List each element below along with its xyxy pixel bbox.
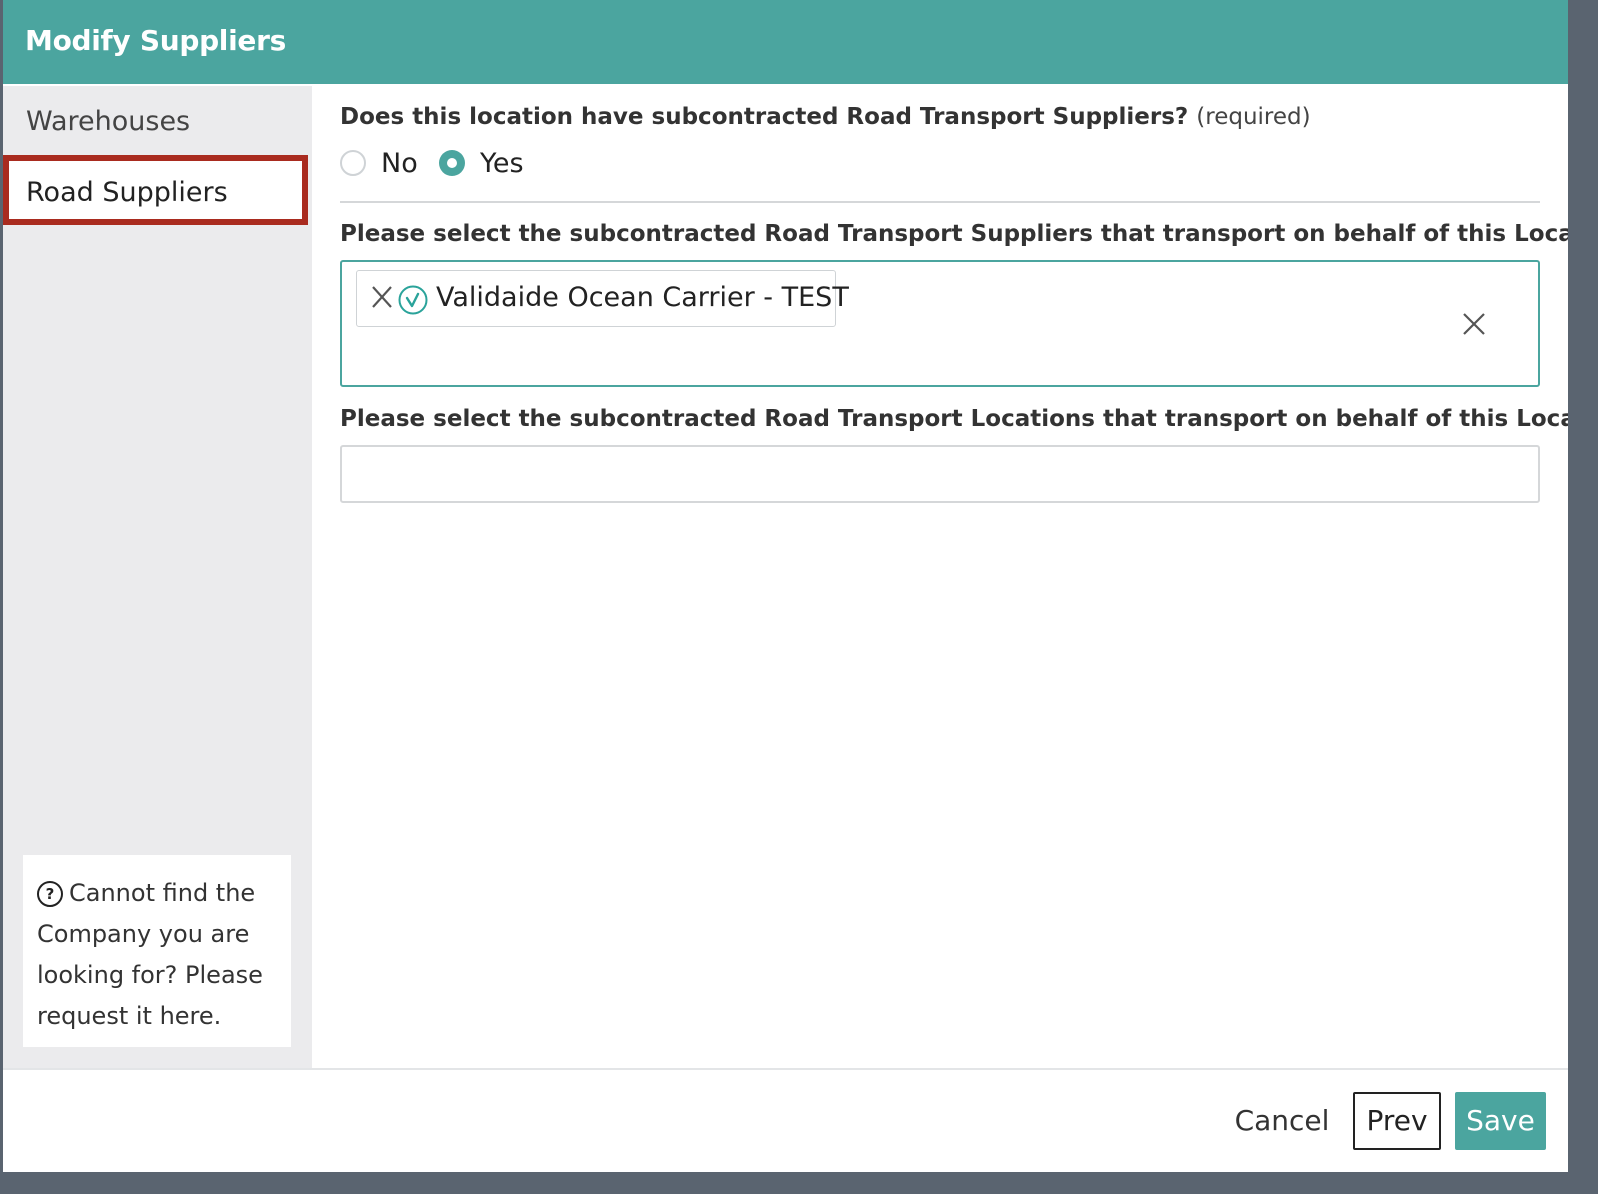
modal-title: Modify Suppliers	[25, 24, 286, 57]
sidebar-item-label: Warehouses	[26, 106, 191, 137]
prev-button[interactable]: Prev	[1353, 1092, 1441, 1150]
modify-suppliers-modal: Modify Suppliers Warehouses Road Supplie…	[3, 0, 1568, 1172]
locations-select-label: Please select the subcontracted Road Tra…	[340, 406, 1568, 432]
locations-multiselect[interactable]	[340, 445, 1540, 503]
sidebar-item-road-suppliers[interactable]: Road Suppliers	[3, 155, 308, 225]
question-circle-icon: ?	[37, 881, 63, 907]
required-note: (required)	[1196, 104, 1311, 130]
suppliers-select-label: Please select the subcontracted Road Tra…	[340, 221, 1568, 247]
radio-yes[interactable]	[439, 150, 465, 176]
modal-footer: Cancel Prev Save	[3, 1068, 1568, 1172]
question-label: Does this location have subcontracted Ro…	[340, 104, 1311, 130]
sidebar-item-label: Road Suppliers	[26, 177, 228, 208]
radio-yes-label[interactable]: Yes	[480, 148, 524, 179]
sidebar-item-warehouses[interactable]: Warehouses	[3, 86, 308, 156]
divider	[340, 201, 1540, 203]
clear-all-icon[interactable]	[1462, 312, 1486, 336]
suppliers-multiselect[interactable]: Validaide Ocean Carrier - TEST	[340, 260, 1540, 387]
radio-no[interactable]	[340, 150, 366, 176]
cancel-button[interactable]: Cancel	[1227, 1092, 1337, 1150]
question-text: Does this location have subcontracted Ro…	[340, 104, 1189, 130]
radio-no-label[interactable]: No	[381, 148, 418, 179]
modal-header: Modify Suppliers	[3, 0, 1568, 84]
sidebar: Warehouses Road Suppliers ? Cannot find t…	[3, 86, 312, 1068]
verified-check-icon	[398, 285, 428, 315]
chip-label: Validaide Ocean Carrier - TEST	[436, 282, 849, 313]
chip-remove-icon[interactable]	[370, 284, 394, 310]
selected-supplier-chip: Validaide Ocean Carrier - TEST	[356, 270, 849, 327]
help-text: Cannot find the Company you are looking …	[37, 879, 263, 1030]
save-button[interactable]: Save	[1455, 1092, 1546, 1150]
help-box[interactable]: ? Cannot find the Company you are looking…	[23, 855, 291, 1047]
